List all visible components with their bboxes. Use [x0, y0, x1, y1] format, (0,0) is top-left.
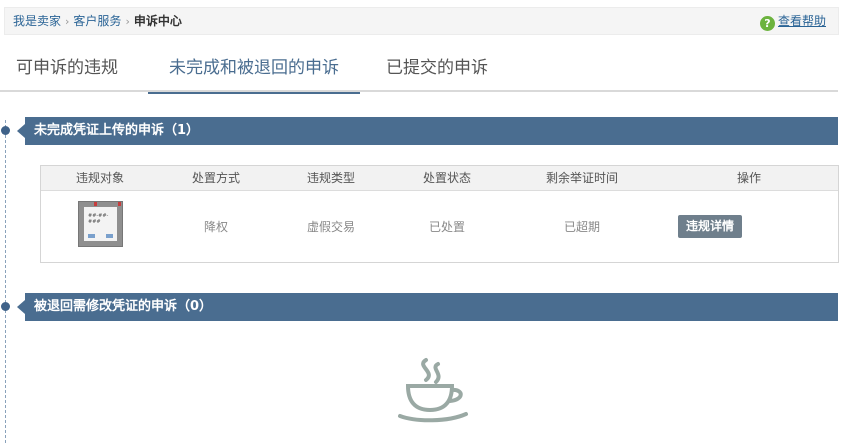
section-header-incomplete: 未完成凭证上传的申诉（1） — [17, 117, 838, 145]
breadcrumb-bar: 我是卖家 › 客户服务 › 申诉中心 ? 查看帮助 — [4, 7, 839, 35]
incomplete-appeals-table: 违规对象 处置方式 违规类型 处置状态 剩余举证时间 操作 ##-##-### … — [40, 165, 839, 263]
question-circle-icon: ? — [759, 16, 775, 31]
thumbnail-mark — [94, 202, 97, 206]
cell-type: 虚假交易 — [306, 220, 355, 234]
timeline-dot — [1, 126, 10, 135]
breadcrumb-separator: › — [65, 15, 70, 28]
cell-remaining-time: 已超期 — [563, 220, 600, 234]
section-header-returned: 被退回需修改凭证的申诉（0） — [17, 293, 838, 321]
column-header: 操作 — [736, 171, 761, 185]
breadcrumb-current: 申诉中心 — [133, 14, 182, 28]
cell-status: 已处置 — [428, 220, 465, 234]
table-header: 违规对象 处置方式 违规类型 处置状态 剩余举证时间 操作 — [41, 166, 838, 191]
cell-action: 降权 — [203, 220, 228, 234]
thumbnail-screen: ##-##-### — [84, 207, 117, 241]
timeline-line — [1, 120, 10, 443]
column-header: 违规类型 — [306, 171, 355, 185]
timeline-dot — [1, 302, 10, 311]
tab-bar: 可申诉的违规 未完成和被退回的申诉 已提交的申诉 — [0, 45, 838, 94]
thumbnail-mark — [106, 234, 113, 238]
column-header: 处置状态 — [422, 171, 471, 185]
breadcrumb-separator: › — [125, 15, 130, 28]
thumbnail-mark — [88, 234, 95, 238]
thumbnail-mark — [118, 202, 121, 206]
column-header: 剩余举证时间 — [545, 171, 618, 185]
column-header: 违规对象 — [75, 171, 124, 185]
violation-detail-button[interactable]: 违规详情 — [678, 215, 742, 238]
tab-submitted-appeals[interactable]: 已提交的申诉 — [386, 45, 488, 92]
coffee-cup-icon — [398, 358, 468, 423]
tab-appealable-violations[interactable]: 可申诉的违规 — [16, 45, 118, 92]
tab-incomplete-returned-appeals[interactable]: 未完成和被退回的申诉 — [148, 45, 360, 94]
table-row: ##-##-### 降权 虚假交易 已处置 已超期 违规详情 — [41, 192, 838, 262]
help-link[interactable]: ? 查看帮助 — [759, 8, 826, 34]
help-label: 查看帮助 — [777, 14, 826, 28]
violation-thumbnail[interactable]: ##-##-### — [78, 201, 123, 247]
breadcrumb-link-seller[interactable]: 我是卖家 — [13, 14, 61, 28]
thumbnail-text: ##-##-### — [88, 213, 109, 225]
breadcrumb-link-customer-service[interactable]: 客户服务 — [73, 14, 121, 28]
column-header: 处置方式 — [191, 171, 240, 185]
breadcrumb: 我是卖家 › 客户服务 › 申诉中心 — [13, 8, 182, 35]
